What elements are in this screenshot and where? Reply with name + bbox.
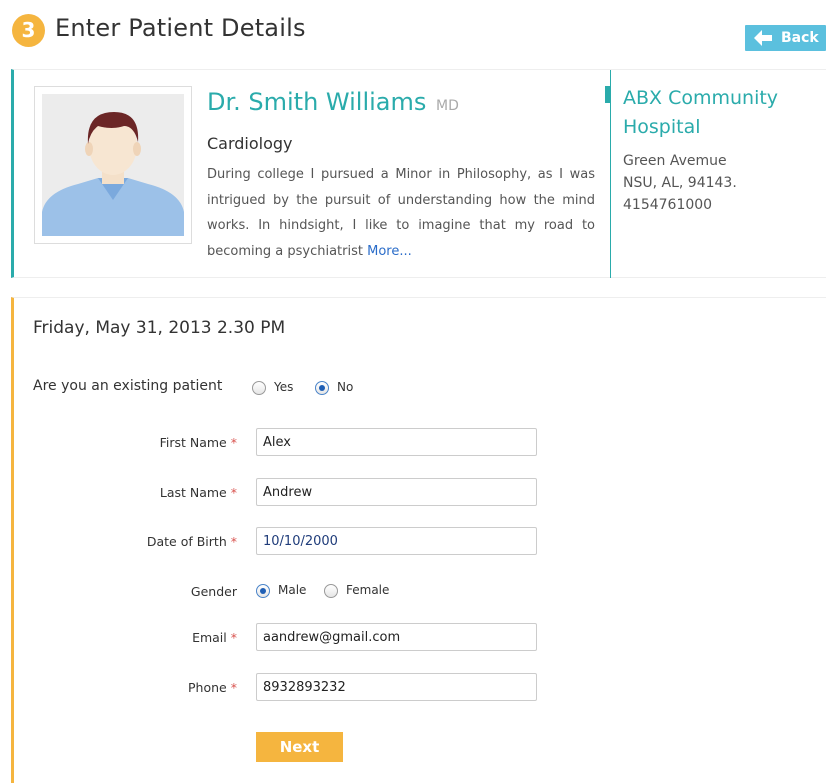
doctor-name: Dr. Smith Williams MD bbox=[207, 88, 459, 116]
required-marker: * bbox=[230, 534, 237, 549]
phone-input[interactable] bbox=[256, 673, 537, 701]
gender-label-text: Gender bbox=[190, 584, 237, 599]
hospital-address: Green Avemue NSU, AL, 94143. 4154761000 bbox=[623, 150, 737, 216]
page-header: 3 Enter Patient Details Back bbox=[0, 0, 838, 62]
step-badge: 3 bbox=[12, 14, 45, 47]
hospital-address-line1: Green Avemue bbox=[623, 153, 727, 169]
patient-form-card: Friday, May 31, 2013 2.30 PM Are you an … bbox=[11, 297, 826, 783]
gender-male-label: Male bbox=[278, 583, 307, 597]
required-marker: * bbox=[230, 435, 237, 450]
first-name-input[interactable] bbox=[256, 428, 537, 456]
first-name-label-text: First Name bbox=[159, 435, 227, 450]
person-avatar-icon bbox=[42, 94, 184, 236]
existing-yes-radio[interactable] bbox=[252, 381, 266, 395]
hospital-name: ABX Community Hospital bbox=[623, 87, 779, 138]
phone-label: Phone * bbox=[14, 680, 237, 695]
email-input[interactable] bbox=[256, 623, 537, 651]
required-marker: * bbox=[230, 680, 237, 695]
gender-male-radio[interactable] bbox=[256, 584, 270, 598]
doctor-photo-frame bbox=[34, 86, 192, 244]
doctor-name-text: Dr. Smith Williams bbox=[207, 88, 427, 116]
existing-yes-label: Yes bbox=[274, 380, 294, 394]
hospital-phone: 4154761000 bbox=[623, 197, 713, 213]
hospital-address-line2: NSU, AL, 94143. bbox=[623, 175, 737, 191]
existing-no-radio[interactable] bbox=[315, 381, 329, 395]
dob-label-text: Date of Birth bbox=[146, 534, 227, 549]
appointment-datetime: Friday, May 31, 2013 2.30 PM bbox=[33, 318, 286, 338]
gender-female-radio[interactable] bbox=[324, 584, 338, 598]
hospital-marker bbox=[605, 86, 610, 103]
more-link[interactable]: More... bbox=[367, 244, 412, 259]
gender-label: Gender bbox=[14, 584, 237, 599]
doctor-avatar bbox=[42, 94, 184, 236]
first-name-label: First Name * bbox=[14, 435, 237, 450]
gender-female-label: Female bbox=[346, 583, 390, 597]
back-button[interactable]: Back bbox=[745, 25, 826, 51]
next-button[interactable]: Next bbox=[256, 732, 343, 762]
arrow-left-icon bbox=[754, 30, 772, 46]
last-name-input[interactable] bbox=[256, 478, 537, 506]
email-label-text: Email bbox=[192, 630, 227, 645]
doctor-bio: During college I pursued a Minor in Phil… bbox=[207, 162, 595, 264]
dob-label: Date of Birth * bbox=[14, 534, 237, 549]
doctor-specialty: Cardiology bbox=[207, 134, 293, 153]
page-title: Enter Patient Details bbox=[55, 14, 306, 42]
doctor-card: Dr. Smith Williams MD Cardiology During … bbox=[11, 69, 826, 278]
doctor-credential: MD bbox=[436, 98, 459, 114]
required-marker: * bbox=[230, 485, 237, 500]
last-name-label-text: Last Name bbox=[159, 485, 227, 500]
card-divider bbox=[610, 70, 611, 278]
email-label: Email * bbox=[14, 630, 237, 645]
last-name-label: Last Name * bbox=[14, 485, 237, 500]
dob-input[interactable] bbox=[256, 527, 537, 555]
required-marker: * bbox=[230, 630, 237, 645]
existing-patient-question: Are you an existing patient bbox=[33, 378, 223, 394]
back-button-label: Back bbox=[781, 30, 819, 46]
phone-label-text: Phone bbox=[188, 680, 227, 695]
existing-no-label: No bbox=[337, 380, 354, 394]
